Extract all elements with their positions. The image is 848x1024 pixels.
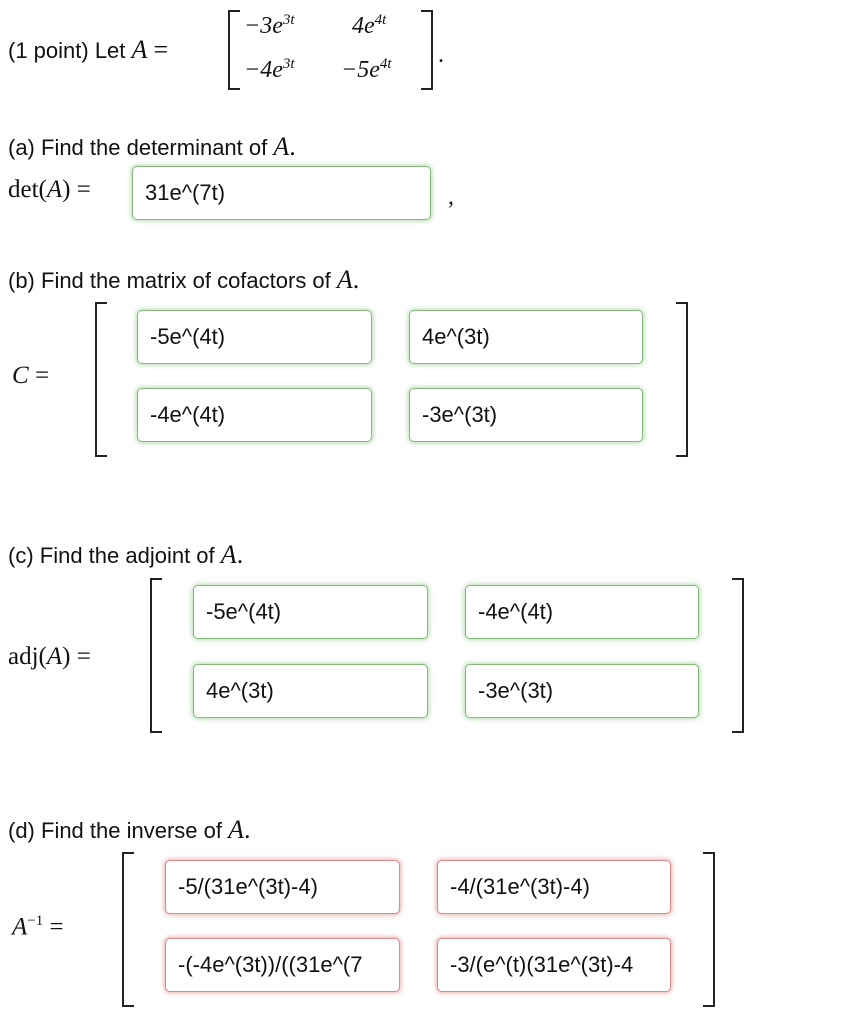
cofactor-label: C = [12, 362, 50, 389]
adjoint-right-bracket [732, 578, 744, 733]
part-c-question: (c) Find the adjoint of A. [8, 540, 244, 569]
part-a-var: A [273, 132, 290, 161]
problem-intro: (1 point) Let A = [8, 35, 168, 65]
part-d-var: A [228, 815, 244, 844]
inverse-right-bracket [703, 852, 715, 1007]
cofactor-c11-field[interactable]: -5e^(4t) [137, 310, 372, 364]
cofactor-left-bracket [95, 302, 107, 457]
part-a-question: (a) Find the determinant of A. [8, 132, 296, 161]
given-matrix-a12: 4e4t [352, 12, 387, 39]
adjoint-a11-field[interactable]: -5e^(4t) [193, 585, 428, 639]
determinant-comma: , [448, 184, 454, 210]
part-c-var: A [220, 540, 237, 569]
matrix-var: A [131, 35, 148, 64]
adjoint-a12-field[interactable]: -4e^(4t) [465, 585, 699, 639]
determinant-label: det(A) = [8, 176, 91, 203]
inverse-left-bracket [122, 852, 134, 1007]
adjoint-a21-field[interactable]: 4e^(3t) [193, 664, 428, 718]
given-matrix-a22: −5e4t [341, 56, 392, 83]
inverse-label: A−1 = [12, 913, 64, 941]
given-matrix-a21: −4e3t [244, 56, 295, 83]
cofactor-right-bracket [676, 302, 688, 457]
part-b-question: (b) Find the matrix of cofactors of A. [8, 265, 360, 294]
given-matrix-a11: −3e3t [244, 12, 295, 39]
adjoint-left-bracket [150, 578, 162, 733]
points-label: (1 point) Let [8, 38, 126, 63]
adjoint-a22-field[interactable]: -3e^(3t) [465, 664, 699, 718]
adjoint-label: adj(A) = [8, 643, 91, 670]
cofactor-c12-field[interactable]: 4e^(3t) [409, 310, 643, 364]
part-b-var: A [336, 265, 353, 294]
inverse-b21-field[interactable]: -(-4e^(3t))/((31e^(7 [165, 938, 400, 992]
equals-sign: = [153, 35, 169, 64]
given-matrix-left-bracket [228, 10, 240, 90]
determinant-answer-field[interactable]: 31e^(7t) [132, 166, 431, 220]
inverse-b12-field[interactable]: -4/(31e^(3t)-4) [437, 860, 671, 914]
header-period: . [438, 42, 444, 68]
cofactor-c21-field[interactable]: -4e^(4t) [137, 388, 372, 442]
part-d-question: (d) Find the inverse of A. [8, 815, 251, 844]
inverse-b22-field[interactable]: -3/(e^(t)(31e^(3t)-4 [437, 938, 671, 992]
inverse-b11-field[interactable]: -5/(31e^(3t)-4) [165, 860, 400, 914]
given-matrix-right-bracket [421, 10, 433, 90]
cofactor-c22-field[interactable]: -3e^(3t) [409, 388, 643, 442]
